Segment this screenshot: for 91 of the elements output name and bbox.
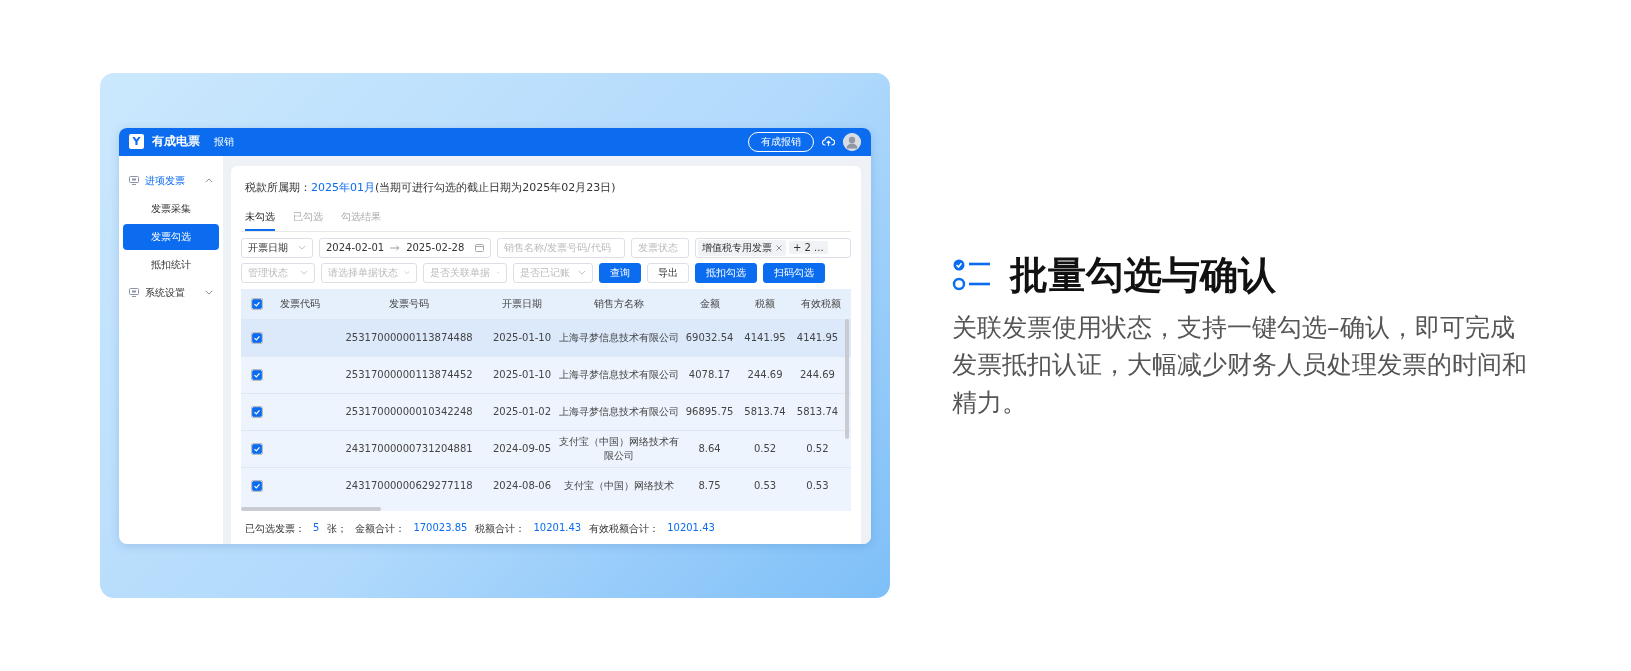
summary-value: 10201.43: [533, 521, 582, 535]
date-range-field[interactable]: 2024-02-01 2025-02-28: [319, 237, 491, 258]
arrow-icon: [390, 244, 401, 251]
table-cell: 8.64: [679, 430, 740, 467]
chevron-down-icon: [578, 270, 586, 275]
status-select[interactable]: 发票状态: [631, 237, 689, 258]
column-header: 开票日期: [486, 288, 558, 319]
chevron-down-icon: [404, 270, 410, 275]
table-cell: 0.53: [739, 467, 791, 504]
table-cell: 24317000000731204881: [332, 430, 487, 467]
period-label: 税款所属期：: [245, 180, 311, 194]
action-button[interactable]: 导出: [647, 262, 689, 283]
table-cell: 支付宝（中国）网络技术有限公司: [557, 430, 680, 467]
table-cell: 8.75: [679, 467, 740, 504]
table-row[interactable]: 25317000000113874488 2025-01-10 上海寻梦信息技术有限公司 69032.54 4141.95 4141.95: [241, 319, 851, 356]
table-cell: 25317000000113874488: [332, 319, 487, 356]
table-cell: 上海寻梦信息技术有限公司: [557, 393, 680, 430]
more-tags[interactable]: + 2 ...: [789, 241, 828, 254]
summary-label: 税额合计：: [475, 521, 526, 536]
table-cell: 4141.95: [790, 319, 851, 356]
brand-name: 有成电票: [152, 133, 200, 150]
tab[interactable]: 未勾选: [245, 204, 275, 231]
table-cell: 2025-01-02: [486, 393, 558, 430]
period-value: 2025年01月: [311, 180, 375, 194]
scrollbar[interactable]: [845, 318, 849, 439]
summary-value: 170023.85: [413, 521, 468, 535]
table-cell: 2025-01-10: [486, 356, 558, 393]
sidebar-group[interactable]: 系统设置: [119, 279, 223, 306]
table-cell: 5813.74: [739, 393, 791, 430]
summary-label: 有效税额合计：: [589, 521, 660, 536]
sidebar-item[interactable]: 发票采集: [123, 195, 219, 222]
checkbox[interactable]: [251, 297, 263, 310]
summary-unit: 张；: [327, 521, 348, 536]
checkbox[interactable]: [251, 479, 263, 492]
table-cell: 0.53: [790, 467, 851, 504]
checkbox[interactable]: [251, 331, 263, 344]
scrollbar[interactable]: [241, 506, 381, 511]
sidebar-item[interactable]: 发票勾选: [123, 223, 219, 250]
caret-icon[interactable]: [205, 178, 213, 183]
table-cell: 96895.75: [679, 393, 740, 430]
monitor-icon: [129, 288, 139, 297]
calendar-icon: [475, 243, 484, 252]
summary-value: 5: [313, 521, 320, 535]
feature-description: 关联发票使用状态，支持一键勾选–确认，即可完成发票抵扣认证，大幅减少财务人员处理发票的时间和精力。: [952, 311, 1528, 419]
table-cell: 支付宝（中国）网络技术: [557, 467, 680, 504]
sidebar-item[interactable]: 抵扣统计: [123, 251, 219, 278]
summary-value: 10201.43: [667, 521, 715, 535]
monitor-icon: [129, 176, 139, 185]
table-cell: 4141.95: [739, 319, 791, 356]
logo[interactable]: Y: [129, 134, 144, 149]
column-header: 金额: [679, 288, 740, 319]
table-cell: 69032.54: [679, 319, 740, 356]
table-cell: 上海寻梦信息技术有限公司: [557, 356, 680, 393]
checkbox[interactable]: [251, 368, 263, 381]
action-button[interactable]: 抵扣勾选: [695, 262, 757, 283]
column-header: 销售方名称: [557, 288, 680, 319]
checkbox[interactable]: [251, 442, 263, 455]
column-header: 税额: [739, 288, 791, 319]
search-field[interactable]: 销售名称/发票号码/代码: [497, 237, 625, 258]
invoice-type-select[interactable]: 增值税专用发票 + 2 ...: [695, 237, 851, 258]
chevron-down-icon: [298, 245, 306, 250]
table-cell: 25317000000010342248: [332, 393, 487, 430]
table-cell: 0.52: [739, 430, 791, 467]
close-icon[interactable]: [776, 244, 782, 251]
avatar[interactable]: [843, 132, 861, 151]
column-header: 发票代码: [268, 288, 332, 319]
table-cell: 2024-09-05: [486, 430, 558, 467]
feature-title: 批量勾选与确认: [1010, 251, 1276, 299]
table-cell: 24317000000629277118: [332, 467, 487, 504]
table-cell: 25317000000113874452: [332, 356, 487, 393]
sidebar-group[interactable]: 进项发票: [119, 167, 223, 194]
table-cell: 上海寻梦信息技术有限公司: [557, 319, 680, 356]
summary-label: 已勾选发票：: [245, 521, 305, 536]
table-cell: 2024-08-06: [486, 467, 558, 504]
summary-label: 金额合计：: [355, 521, 406, 536]
column-header: 有效税额: [790, 288, 851, 319]
caret-icon[interactable]: [205, 290, 213, 295]
cloud-upload-icon[interactable]: [822, 136, 835, 147]
table-cell: 4078.17: [679, 356, 740, 393]
filter-tag[interactable]: 增值税专用发票: [698, 239, 786, 256]
date-type-select[interactable]: 开票日期: [241, 237, 313, 258]
chevron-down-icon: [300, 270, 308, 275]
column-header: 发票号码: [332, 288, 487, 319]
action-button[interactable]: 查询: [599, 262, 641, 283]
nav-link[interactable]: 报销: [214, 134, 234, 149]
table-cell: 2025-01-10: [486, 319, 558, 356]
action-button[interactable]: 扫码勾选: [763, 262, 825, 283]
table-cell: 244.69: [739, 356, 791, 393]
checkbox[interactable]: [251, 405, 263, 418]
table-row[interactable]: 24317000000629277118 2024-08-06 支付宝（中国）网络技术 8.75 0.53 0.53: [241, 467, 851, 504]
deadline-note: (当期可进行勾选的截止日期为2025年02月23日): [375, 180, 616, 194]
